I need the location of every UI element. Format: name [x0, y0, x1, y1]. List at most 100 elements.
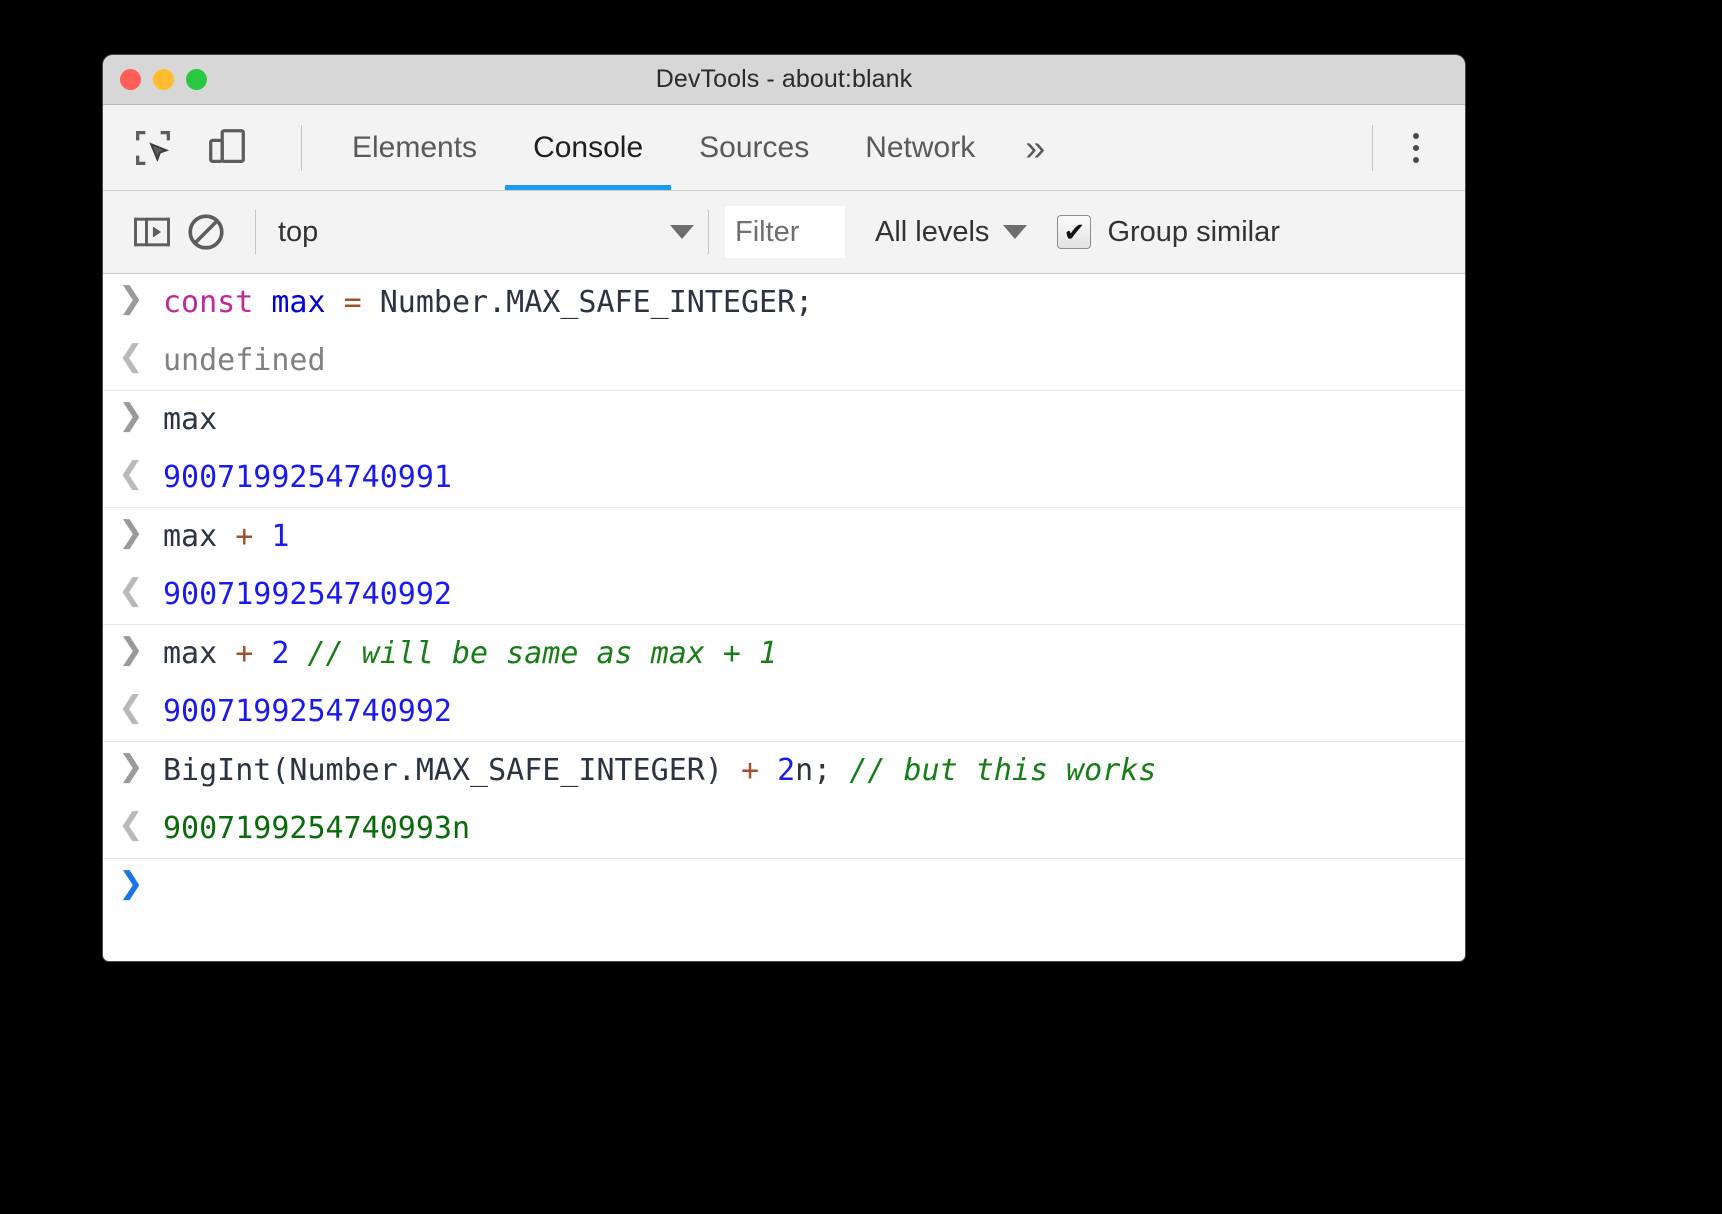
code-token	[253, 636, 271, 671]
code-token: undefined	[163, 343, 326, 378]
console-message-text: max	[159, 399, 217, 441]
filter-placeholder: Filter	[735, 216, 799, 249]
code-token: max	[271, 285, 325, 320]
code-token: 9007199254740992	[163, 577, 452, 612]
prompt-out-icon: ❮	[103, 340, 159, 372]
tab-elements[interactable]: Elements	[324, 105, 505, 190]
prompt-in-icon: ❯	[103, 750, 159, 782]
console-output-row[interactable]: ❮9007199254740992	[103, 683, 1465, 742]
inspect-element-icon[interactable]	[127, 122, 179, 174]
check-icon: ✔	[1064, 219, 1086, 245]
prompt-in-icon: ❯	[103, 399, 159, 431]
code-token: const	[163, 285, 253, 320]
code-token: 9007199254740993n	[163, 811, 470, 846]
console-message-text: undefined	[159, 340, 326, 382]
chevron-down-icon	[670, 225, 694, 239]
filterbar-divider-2	[708, 210, 709, 254]
log-level-selector[interactable]: All levels	[875, 216, 1027, 249]
prompt-in-icon: ❯	[103, 633, 159, 665]
prompt-in-icon: ❯	[103, 867, 159, 899]
code-token: +	[235, 636, 253, 671]
code-token: max	[163, 636, 235, 671]
execution-context-label: top	[278, 216, 318, 249]
prompt-in-icon: ❯	[103, 282, 159, 314]
code-token: max	[163, 402, 217, 437]
console-input-row[interactable]: ❯max	[103, 391, 1465, 449]
tabbar-divider-right	[1372, 125, 1373, 171]
code-token	[253, 285, 271, 320]
console-prompt-row[interactable]: ❯	[103, 859, 1465, 914]
tab-console[interactable]: Console	[505, 105, 671, 190]
code-token: n;	[795, 753, 849, 788]
panel-tabs: Elements Console Sources Network »	[324, 105, 1067, 190]
console-input-row[interactable]: ❯const max = Number.MAX_SAFE_INTEGER;	[103, 274, 1465, 332]
console-message-text: 9007199254740992	[159, 691, 452, 733]
tab-console-label: Console	[533, 131, 643, 165]
console-output-row[interactable]: ❮undefined	[103, 332, 1465, 391]
console-message-text: const max = Number.MAX_SAFE_INTEGER;	[159, 282, 813, 324]
tabbar-right	[1372, 121, 1465, 175]
code-token: BigInt(Number.MAX_SAFE_INTEGER)	[163, 753, 741, 788]
chevron-down-icon	[1003, 225, 1027, 239]
code-token: +	[235, 519, 253, 554]
filterbar-divider	[255, 210, 256, 254]
console-message-list[interactable]: ❯const max = Number.MAX_SAFE_INTEGER;❮un…	[103, 274, 1465, 914]
code-token	[253, 519, 271, 554]
tab-sources[interactable]: Sources	[671, 105, 837, 190]
console-message-text: 9007199254740992	[159, 574, 452, 616]
tabbar-left-icons	[103, 122, 324, 174]
kebab-menu-icon[interactable]	[1389, 121, 1443, 175]
code-token: 1	[271, 519, 289, 554]
console-message-text: max + 2 // will be same as max + 1	[159, 633, 777, 675]
prompt-in-icon: ❯	[103, 516, 159, 548]
console-output-row[interactable]: ❮9007199254740991	[103, 449, 1465, 508]
prompt-out-icon: ❮	[103, 691, 159, 723]
screen: DevTools - about:blank	[0, 0, 1722, 1214]
clear-console-icon[interactable]	[179, 205, 233, 259]
tab-network-label: Network	[865, 131, 975, 165]
devtools-tabbar: Elements Console Sources Network »	[103, 105, 1465, 191]
console-message-text: BigInt(Number.MAX_SAFE_INTEGER) + 2n; //…	[159, 750, 1156, 792]
code-token: max	[163, 519, 235, 554]
prompt-out-icon: ❮	[103, 574, 159, 606]
console-filterbar: top Filter All levels ✔ Group similar	[103, 191, 1465, 274]
console-message-text: 9007199254740991	[159, 457, 452, 499]
more-tabs-icon[interactable]: »	[1003, 105, 1067, 190]
group-similar-label: Group similar	[1107, 216, 1279, 249]
execution-context-selector[interactable]: top	[278, 216, 708, 249]
prompt-out-icon: ❮	[103, 457, 159, 489]
window-title: DevTools - about:blank	[103, 65, 1465, 94]
window-titlebar: DevTools - about:blank	[103, 55, 1465, 105]
console-output-row[interactable]: ❮9007199254740993n	[103, 800, 1465, 859]
code-token: =	[344, 285, 362, 320]
devtools-window: DevTools - about:blank	[103, 55, 1465, 961]
device-toolbar-icon[interactable]	[201, 122, 253, 174]
maximize-button[interactable]	[186, 69, 207, 90]
tabbar-divider	[301, 125, 302, 171]
code-token: 2	[271, 636, 289, 671]
code-token: // will be same as max + 1	[308, 636, 778, 671]
filter-input[interactable]: Filter	[725, 206, 845, 258]
console-message-text: max + 1	[159, 516, 289, 558]
code-token: 2	[777, 753, 795, 788]
log-level-label: All levels	[875, 216, 989, 249]
tab-network[interactable]: Network	[837, 105, 1003, 190]
prompt-out-icon: ❮	[103, 808, 159, 840]
code-token: Number.MAX_SAFE_INTEGER;	[362, 285, 814, 320]
console-input-row[interactable]: ❯max + 2 // will be same as max + 1	[103, 625, 1465, 683]
group-similar-checkbox[interactable]: ✔	[1057, 215, 1091, 249]
code-token	[326, 285, 344, 320]
close-button[interactable]	[120, 69, 141, 90]
code-token: 9007199254740991	[163, 460, 452, 495]
code-token	[759, 753, 777, 788]
group-similar-toggle[interactable]: ✔ Group similar	[1057, 215, 1279, 249]
minimize-button[interactable]	[153, 69, 174, 90]
code-token: +	[741, 753, 759, 788]
code-token: 9007199254740992	[163, 694, 452, 729]
show-console-sidebar-icon[interactable]	[125, 205, 179, 259]
window-controls	[120, 69, 207, 90]
console-message-text: 9007199254740993n	[159, 808, 470, 850]
console-input-row[interactable]: ❯BigInt(Number.MAX_SAFE_INTEGER) + 2n; /…	[103, 742, 1465, 800]
console-output-row[interactable]: ❮9007199254740992	[103, 566, 1465, 625]
console-input-row[interactable]: ❯max + 1	[103, 508, 1465, 566]
